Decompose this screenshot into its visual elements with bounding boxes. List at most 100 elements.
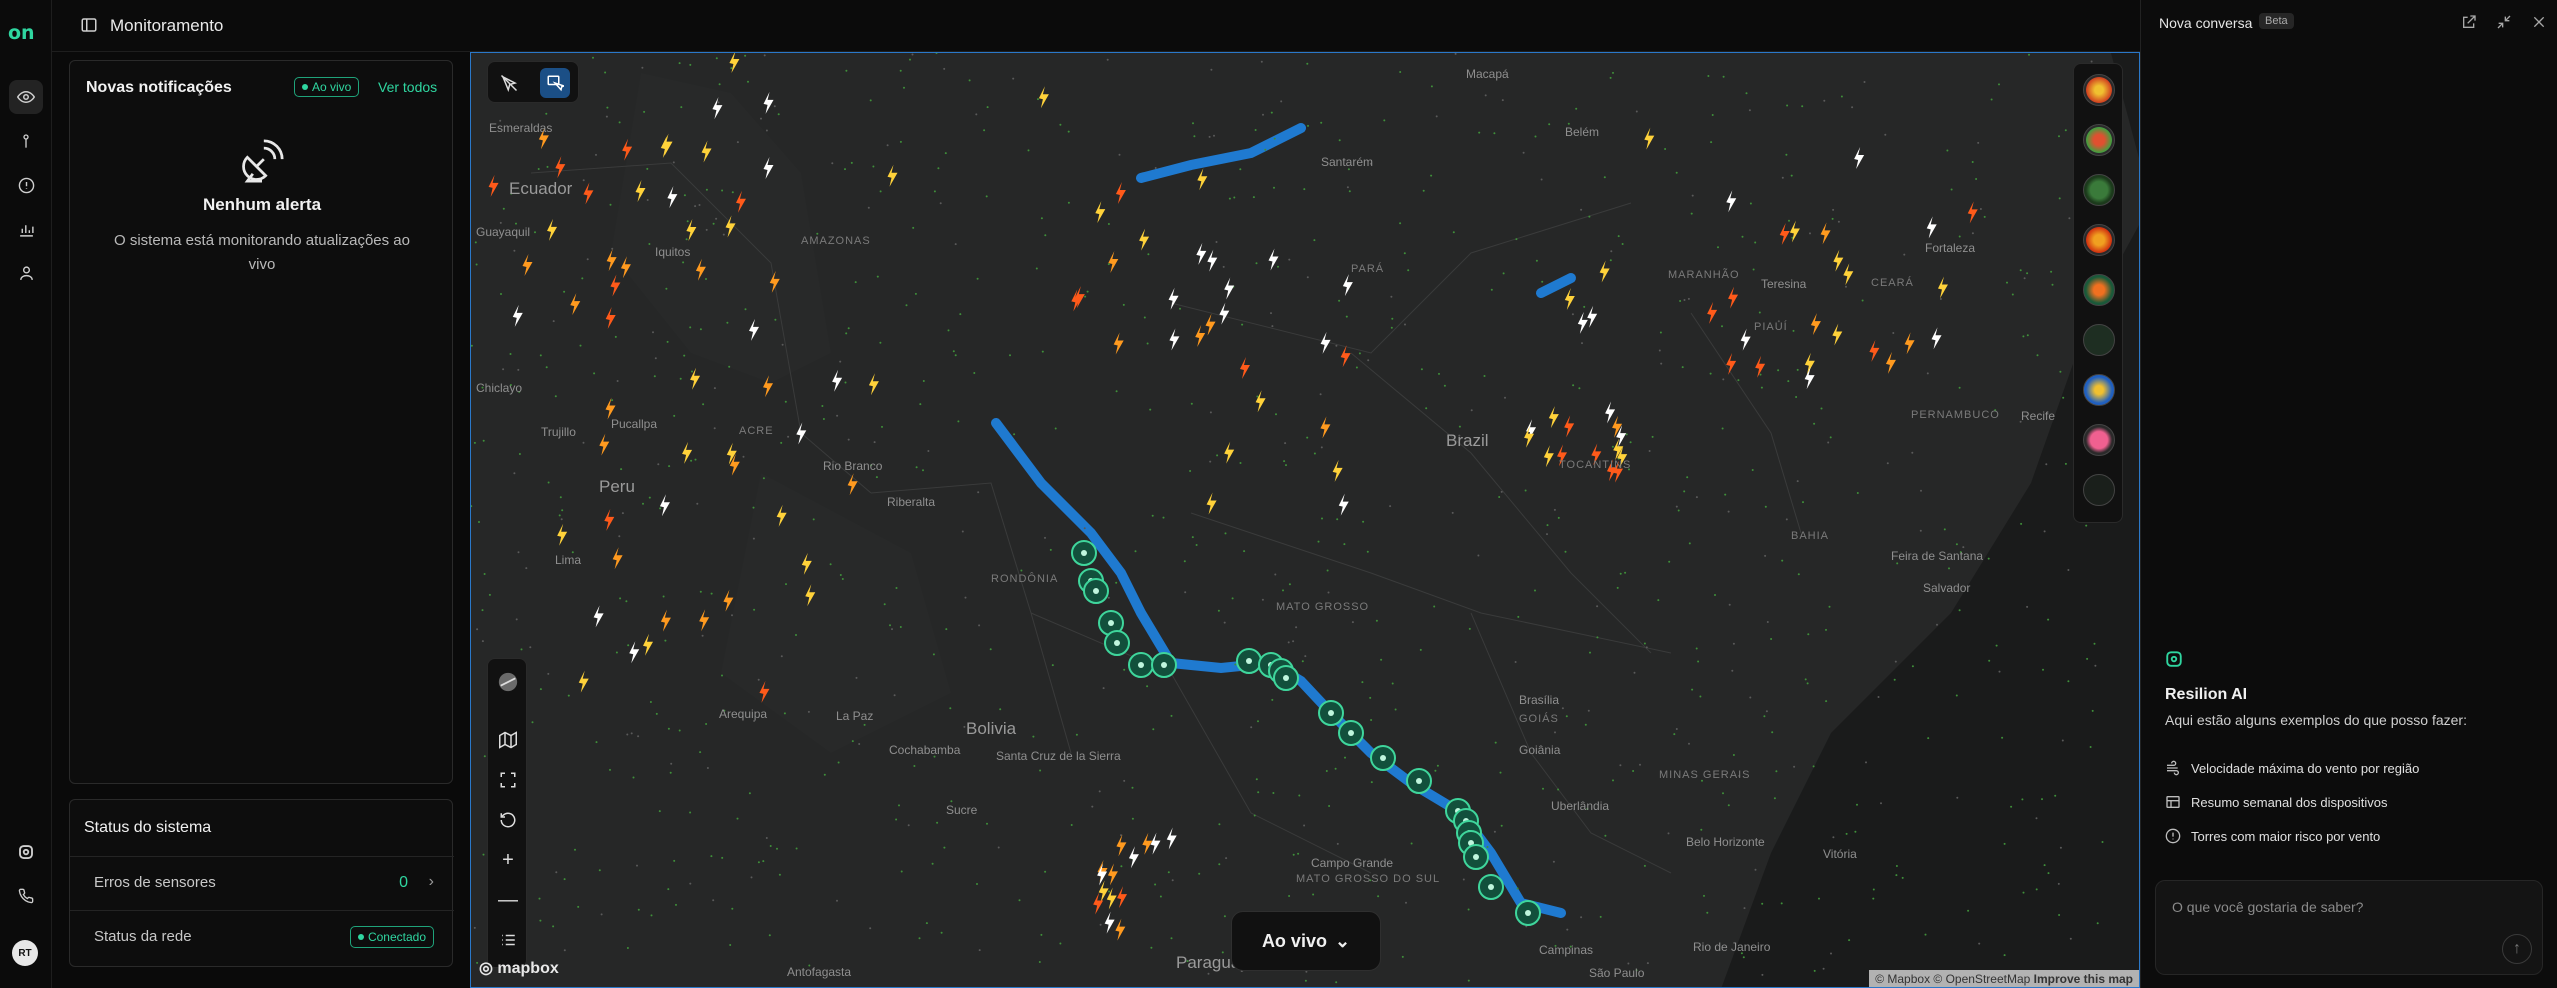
sensor-dot [668,465,671,468]
sensor-dot [836,899,838,902]
sensor-dot [2094,664,2097,667]
sensor-dot [1280,100,1283,103]
sensor-dot [742,455,745,458]
sensor-dot [1775,770,1778,773]
sensor-dot [975,113,978,116]
fire-lightning-marker [686,219,697,242]
layer-wind-icon[interactable] [2083,274,2115,306]
sensor-dot [1284,442,1287,445]
fire-lightning-marker [635,180,646,203]
phone-icon[interactable] [9,879,43,913]
suggestion-weekly-summary[interactable]: Resumo semanal dos dispositivos [2165,794,2388,810]
fire-lightning-marker [1207,249,1218,272]
users-icon[interactable] [9,256,43,290]
fire-lightning-marker [1937,276,1948,299]
select-tool-icon[interactable] [540,68,570,98]
sensor-dot [903,86,905,89]
collapse-icon[interactable] [2496,14,2514,32]
sensor-dot [611,399,614,402]
sensor-dot [959,313,962,316]
sensor-dot [690,459,693,462]
map-icon[interactable] [493,725,523,755]
sensor-dot [1336,842,1339,845]
sensor-dot [1557,788,1560,791]
globe-style-icon[interactable] [493,667,523,697]
fire-lightning-marker [606,249,617,272]
sensor-dot [1787,380,1790,383]
sensor-dot [1317,540,1320,543]
sidebar-toggle-icon[interactable] [80,16,100,36]
see-all-link[interactable]: Ver todos [378,79,437,95]
sensor-dot [863,723,866,726]
fire-lightning-marker [1150,832,1161,855]
sensor-dot [1213,134,1215,137]
suggestion-wind-speed[interactable]: Velocidade máxima do vento por região [2165,760,2419,776]
fire-lightning-marker [612,547,623,570]
label-esmeraldas: Esmeraldas [489,121,553,135]
sensor-dot [879,190,882,193]
sensor-dot [559,496,562,499]
label-salvador: Salvador [1923,581,1971,595]
sensor-dot [1792,329,1795,332]
sensor-dot [648,496,651,499]
sensor-dot [1486,846,1489,848]
sensor-dot [667,888,670,891]
pointer-off-icon[interactable] [494,68,524,98]
chart-icon[interactable] [9,212,43,246]
alert-icon[interactable] [9,168,43,202]
suggestion-tower-risk[interactable]: Torres com maior risco por vento [2165,828,2380,844]
sensor-dot [1675,505,1678,508]
user-avatar[interactable]: RT [12,940,38,966]
sensor-dot [773,105,776,108]
tower-node [1273,665,1299,691]
monitoring-nav-eye-icon[interactable] [9,80,43,114]
layer-heat-icon[interactable] [2083,124,2115,156]
sensor-dot [1603,176,1606,179]
app-logo[interactable]: on [8,22,35,44]
layer-fire-icon[interactable] [2083,74,2115,106]
send-arrow-icon[interactable]: ↑ [2502,934,2532,964]
sensor-dot [1490,288,1493,291]
zoom-out-icon[interactable]: — [493,885,523,915]
zoom-in-icon[interactable]: + [493,845,523,875]
map-canvas[interactable]: AMAZONAS ACRE PARÁ MATO GROSSO GOIÁS BAH… [470,52,2140,988]
attribution-text[interactable]: © Mapbox © OpenStreetMap [1875,972,2030,986]
sensor-dot [595,153,597,156]
brand-icon[interactable] [9,835,43,869]
layer-vegetation-icon[interactable] [2083,174,2115,206]
empty-description: O sistema está monitorando atualizações … [114,232,410,273]
sensor-dot [1695,647,1698,650]
reset-rotation-icon[interactable] [493,805,523,835]
improve-map-link[interactable]: Improve this map [2034,972,2133,986]
sensor-dot [1301,660,1304,663]
sensor-dot [900,870,903,873]
fire-lightning-marker [1820,222,1831,245]
sensor-dot [731,614,733,617]
sensor-dot [1478,131,1481,134]
sensor-dot [841,578,844,580]
sensor-dot [1303,188,1306,191]
sensor-dot [1632,770,1635,772]
open-external-icon[interactable] [2461,14,2479,32]
layer-rain-icon[interactable] [2083,374,2115,406]
sensor-dot [1037,98,1039,101]
chat-input[interactable]: O que você gostaria de saber? ↑ [2155,880,2543,975]
close-icon[interactable] [2531,14,2549,32]
fullscreen-icon[interactable] [493,765,523,795]
sensor-errors-row[interactable]: Erros de sensores 0 › [70,856,454,910]
layer-points-icon[interactable] [2083,324,2115,356]
sensor-dot [649,701,652,703]
sensor-dot [1152,728,1155,731]
sensor-dot [983,129,986,132]
live-mode-button[interactable]: Ao vivo ⌄ [1231,911,1381,971]
layer-lightning-icon[interactable] [2083,224,2115,256]
sensor-dot [475,263,478,266]
legend-list-icon[interactable] [493,925,523,955]
sensor-dot [1621,243,1624,245]
sensor-dot [1688,542,1691,545]
layer-grid-icon[interactable] [2083,474,2115,506]
tower-icon[interactable] [9,124,43,158]
layer-risk-icon[interactable] [2083,424,2115,456]
fire-lightning-marker [643,633,654,656]
sensor-dot [646,199,649,201]
